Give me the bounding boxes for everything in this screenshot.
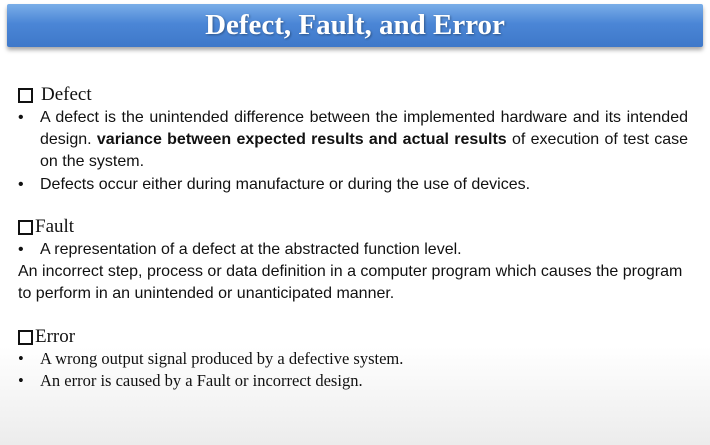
bullet-dot-icon: • [18,371,24,390]
error-heading: Error [18,326,75,348]
fault-bullet-1: • A representation of a defect at the ab… [18,239,688,261]
slide-content: Defect • A defect is the unintended diff… [0,0,710,445]
bullet-dot-icon: • [18,109,24,126]
bullet-dot-icon: • [18,349,24,368]
error-bullet-1: • A wrong output signal produced by a de… [18,348,688,370]
defect-heading: Defect [18,84,92,106]
checkbox-square-icon [18,219,33,235]
checkbox-square-icon [18,87,33,103]
error-bullet-2: • An error is caused by a Fault or incor… [18,370,688,392]
fault-bullet-1-text: A representation of a defect at the abst… [40,241,462,258]
defect-bullet-2-text: Defects occur either during manufacture … [40,176,531,193]
defect-heading-label: Defect [41,84,92,105]
fault-heading: Fault [18,216,74,238]
fault-heading-label: Fault [35,216,75,237]
checkbox-square-icon [18,329,33,345]
bullet-dot-icon: • [18,241,24,258]
defect-bullet-1: • A defect is the unintended difference … [18,107,688,173]
fault-paragraph: An incorrect step, process or data defin… [18,263,683,302]
defect-bullet-1-bold: variance between expected results and ac… [96,131,507,148]
error-bullet-2-text: An error is caused by a Fault or incorre… [40,371,363,390]
error-bullet-1-text: A wrong output signal produced by a defe… [40,349,404,368]
bullet-dot-icon: • [18,176,24,193]
error-heading-label: Error [35,326,76,347]
defect-bullet-2: • Defects occur either during manufactur… [18,174,688,196]
